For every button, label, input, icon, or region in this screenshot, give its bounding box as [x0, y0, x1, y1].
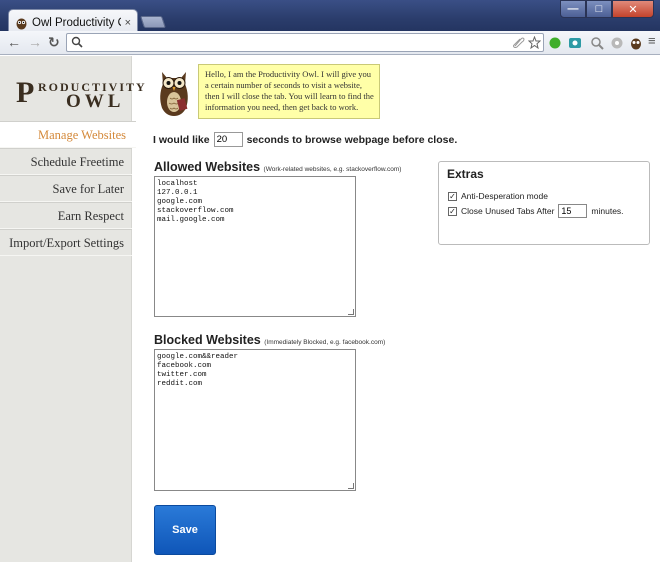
back-arrow-icon[interactable]: ←	[7, 35, 21, 49]
paperclip-icon[interactable]	[512, 36, 525, 49]
close-unused-tabs-label: Close Unused Tabs After	[461, 206, 555, 216]
save-button[interactable]: Save	[154, 505, 216, 555]
sidebar-item-earn-respect[interactable]: Earn Respect	[0, 202, 132, 229]
allowed-hint: (Work-related websites, e.g. stackoverfl…	[263, 166, 402, 173]
close-window-button[interactable]: ✕	[612, 0, 654, 18]
sidebar-item-save-for-later[interactable]: Save for Later	[0, 175, 132, 202]
allowed-websites-title: Allowed Websites (Work-related websites,…	[154, 160, 401, 174]
allowed-websites-textarea[interactable]	[154, 176, 356, 317]
sidebar: P RODUCTIVITY OWL Manage Websites Schedu…	[0, 56, 148, 562]
blocked-websites-title: Blocked Websites (Immediately Blocked, e…	[154, 333, 385, 347]
browser-tab[interactable]: Owl Productivity Opt ×	[8, 9, 138, 32]
blocked-title-text: Blocked Websites	[154, 333, 261, 347]
minimize-button[interactable]: —	[560, 0, 586, 18]
main-content: Hello, I am the Productivity Owl. I will…	[132, 56, 660, 562]
options-page: P RODUCTIVITY OWL Manage Websites Schedu…	[0, 56, 660, 562]
green-orb-extension-icon[interactable]	[548, 36, 562, 50]
address-bar[interactable]	[66, 33, 544, 52]
reload-icon[interactable]: ↻	[48, 35, 60, 49]
anti-desperation-label: Anti-Desperation mode	[461, 191, 548, 201]
anti-desperation-checkbox[interactable]: ✓	[448, 191, 457, 201]
close-unused-minutes-input[interactable]	[558, 204, 588, 218]
menu-icon[interactable]: ≡	[648, 34, 656, 48]
address-input[interactable]	[87, 35, 507, 50]
anti-desperation-option: ✓ Anti-Desperation mode	[448, 191, 548, 201]
sidebar-nav: Manage Websites Schedule Freetime Save f…	[0, 121, 148, 256]
owl-favicon-icon	[16, 18, 27, 29]
blocked-hint: (Immediately Blocked, e.g. facebook.com)	[264, 339, 386, 346]
allowed-resize-handle[interactable]	[348, 309, 354, 315]
extras-panel: Extras ✓ Anti-Desperation mode ✓ Close U…	[438, 161, 650, 245]
close-unused-suffix: minutes.	[591, 206, 624, 216]
owl-speech-bubble: Hello, I am the Productivity Owl. I will…	[198, 64, 380, 119]
browser-titlebar: Owl Productivity Opt × — □ ✕	[0, 0, 660, 32]
star-bookmark-icon[interactable]	[528, 36, 541, 49]
productivity-owl-logo: P RODUCTIVITY OWL	[16, 76, 145, 116]
extras-title: Extras	[447, 167, 484, 181]
screenshot-extension-icon[interactable]	[568, 36, 582, 50]
owl-extension-icon[interactable]	[629, 36, 643, 50]
search-icon	[71, 36, 83, 48]
tab-close-icon[interactable]: ×	[125, 17, 131, 29]
blocked-resize-handle[interactable]	[348, 483, 354, 489]
owl-mascot-icon	[160, 72, 188, 116]
sidebar-item-manage-websites[interactable]: Manage Websites	[0, 121, 148, 149]
magnifier-extension-icon[interactable]	[590, 36, 604, 50]
window-controls: — □ ✕	[560, 0, 654, 18]
sidebar-item-import-export[interactable]: Import/Export Settings	[0, 229, 132, 256]
tab-title: Owl Productivity Opt	[32, 17, 121, 29]
blocked-websites-textarea[interactable]	[154, 349, 356, 491]
gray-circle-extension-icon[interactable]	[610, 36, 624, 50]
browse-suffix-label: seconds to browse webpage before close.	[246, 133, 458, 146]
sidebar-item-schedule-freetime[interactable]: Schedule Freetime	[0, 148, 132, 175]
logo-line2: OWL	[66, 91, 125, 112]
browse-duration-row: I would like seconds to browse webpage b…	[153, 132, 457, 147]
browser-toolbar: ← → ↻ ≡	[0, 31, 660, 55]
close-unused-tabs-checkbox[interactable]: ✓	[448, 206, 457, 216]
close-unused-tabs-option: ✓ Close Unused Tabs After minutes.	[448, 204, 624, 218]
forward-arrow-icon[interactable]: →	[28, 35, 42, 49]
logo-letter: P	[16, 76, 35, 109]
browse-seconds-input[interactable]	[213, 132, 243, 147]
maximize-button[interactable]: □	[586, 0, 612, 18]
allowed-title-text: Allowed Websites	[154, 160, 261, 174]
new-tab-button[interactable]	[140, 16, 166, 28]
browse-prefix-label: I would like	[153, 133, 210, 146]
